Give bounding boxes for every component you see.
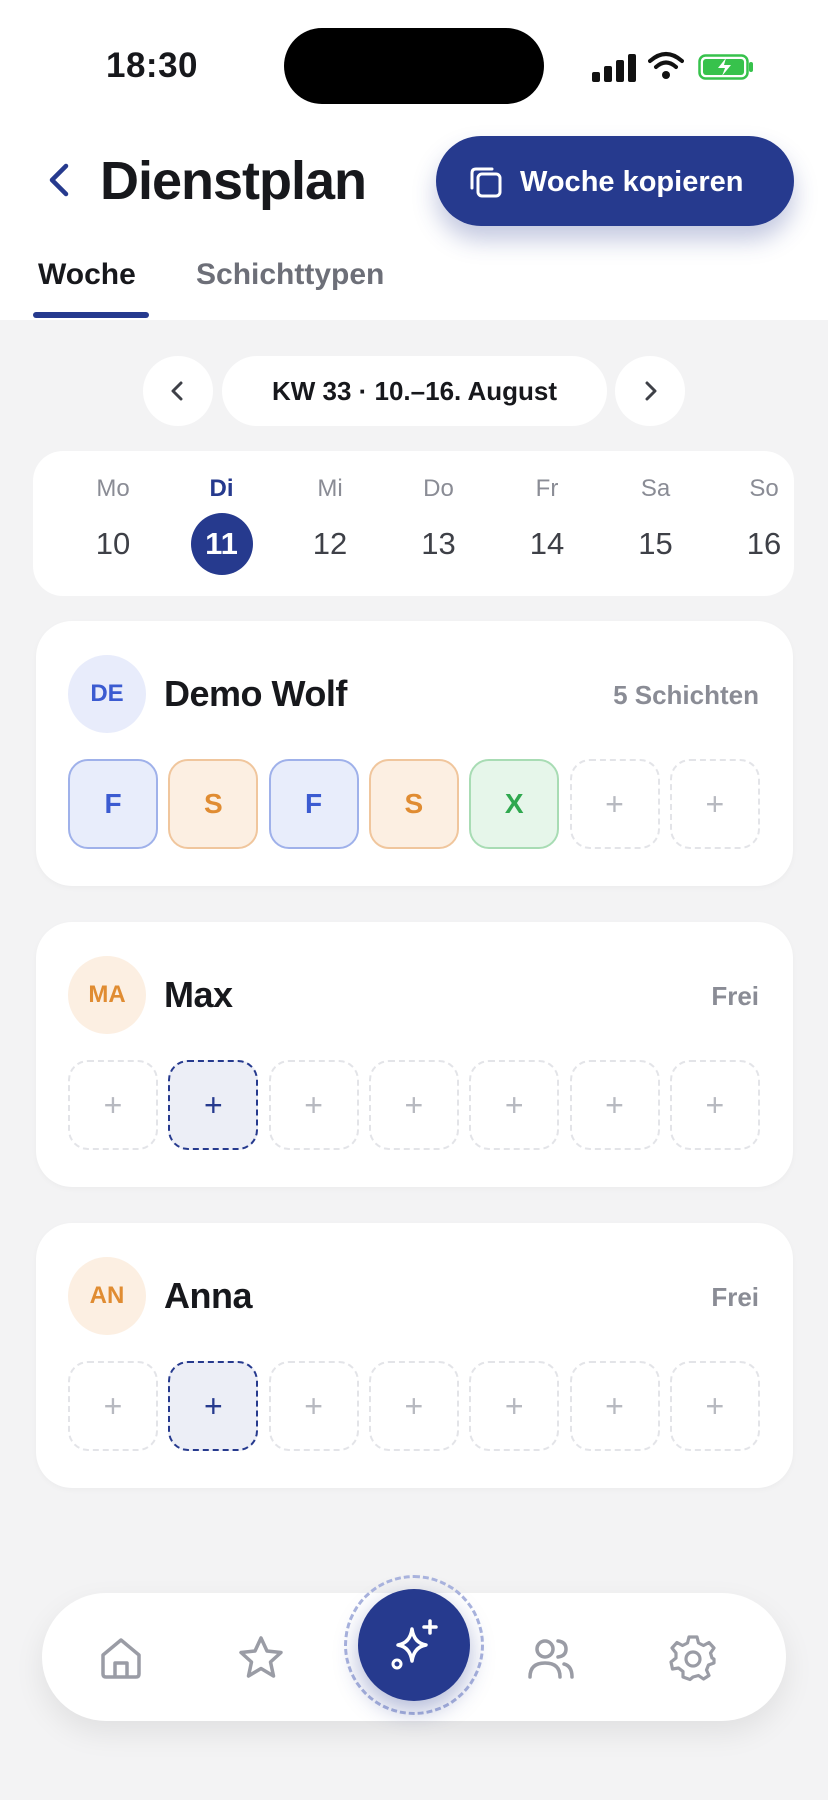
day-name: Mo xyxy=(96,475,130,502)
day-name: Sa xyxy=(640,475,671,502)
add-shift-slot[interactable]: + xyxy=(669,1361,760,1451)
copy-icon xyxy=(470,167,502,198)
shift-slot[interactable]: F xyxy=(268,759,359,849)
prev-week-button[interactable] xyxy=(143,356,213,426)
tab-schichttypen[interactable]: Schichttypen xyxy=(196,258,384,292)
sparkles-icon xyxy=(391,1619,438,1670)
day-mo[interactable]: Mo 10 xyxy=(63,451,163,596)
shift-slot[interactable]: S xyxy=(368,759,459,849)
employee-name: Max xyxy=(164,974,233,1015)
employee-card: DE Demo Wolf 5 Schichten F S F S X + + xyxy=(36,621,793,886)
ai-assistant-button[interactable] xyxy=(358,1589,470,1701)
shift-slots: F S F S X + + xyxy=(68,759,768,851)
day-number: 13 xyxy=(421,526,456,561)
add-shift-slot[interactable]: + xyxy=(469,1060,560,1150)
day-number: 10 xyxy=(95,526,131,561)
week-navigator: KW 33 · 10.–16. August xyxy=(0,356,828,426)
week-label: KW 33 · 10.–16. August xyxy=(271,376,558,406)
star-icon[interactable] xyxy=(236,1633,286,1683)
shift-count: Frei xyxy=(711,981,759,1011)
add-shift-slot[interactable]: + xyxy=(268,1361,359,1451)
back-chevron-icon[interactable] xyxy=(38,158,82,202)
add-shift-slot[interactable]: + xyxy=(168,1060,259,1150)
avatar: DE xyxy=(68,655,146,733)
avatar: MA xyxy=(68,956,146,1034)
day-sa[interactable]: Sa 15 xyxy=(606,451,706,596)
avatar: AN xyxy=(68,1257,146,1335)
add-shift-slot[interactable]: + xyxy=(368,1361,459,1451)
shift-slot[interactable]: X xyxy=(469,759,560,849)
header: Dienstplan Woche kopieren xyxy=(0,130,828,230)
day-do[interactable]: Do 13 xyxy=(389,451,489,596)
day-name: Fr xyxy=(535,475,559,502)
day-mi[interactable]: Mi 12 xyxy=(280,451,380,596)
day-number: 11 xyxy=(190,513,253,575)
day-number: 15 xyxy=(638,526,673,561)
copy-week-button[interactable]: Woche kopieren xyxy=(436,136,794,226)
shift-slots: + + + + + + + xyxy=(68,1361,768,1453)
shift-slot[interactable]: F xyxy=(68,759,158,849)
signal-icon xyxy=(592,54,636,82)
day-number: 12 xyxy=(312,526,348,561)
tab-bar: Woche Schichttypen xyxy=(0,250,828,320)
copy-week-label: Woche kopieren xyxy=(520,166,744,198)
add-shift-slot[interactable]: + xyxy=(569,1060,660,1150)
battery-icon xyxy=(698,54,753,80)
gear-icon[interactable] xyxy=(668,1633,718,1683)
shift-slots: + + + + + + + xyxy=(68,1060,768,1152)
chevron-left-icon xyxy=(171,381,183,401)
day-name: Di xyxy=(209,475,234,502)
day-di[interactable]: Di 11 xyxy=(172,451,272,596)
employee-card: AN Anna Frei + + + + + + + xyxy=(36,1223,793,1488)
day-number: 14 xyxy=(529,526,565,561)
chevron-right-icon xyxy=(645,381,657,401)
add-shift-slot[interactable]: + xyxy=(68,1060,158,1150)
shift-count: 5 Schichten xyxy=(613,680,759,710)
add-shift-slot[interactable]: + xyxy=(368,1060,459,1150)
employee-name: Anna xyxy=(164,1275,253,1316)
tab-woche[interactable]: Woche xyxy=(38,258,136,292)
day-number: 16 xyxy=(746,526,782,561)
wifi-icon xyxy=(648,52,684,79)
users-icon[interactable] xyxy=(526,1633,576,1683)
day-name: Mi xyxy=(317,475,343,502)
employee-name: Demo Wolf xyxy=(164,673,347,714)
add-shift-slot[interactable]: + xyxy=(569,1361,660,1451)
page-title: Dienstplan xyxy=(100,151,367,211)
add-shift-slot[interactable]: + xyxy=(268,1060,359,1150)
home-icon[interactable] xyxy=(96,1633,146,1683)
status-bar: 18:30 xyxy=(0,0,828,120)
add-shift-slot[interactable]: + xyxy=(469,1361,560,1451)
status-time: 18:30 xyxy=(106,46,199,85)
add-shift-slot[interactable]: + xyxy=(669,1060,760,1150)
shift-count: Frei xyxy=(711,1282,759,1312)
dynamic-island xyxy=(284,28,544,104)
day-so[interactable]: So 16 xyxy=(714,451,814,596)
day-fr[interactable]: Fr 14 xyxy=(497,451,597,596)
tab-indicator xyxy=(33,312,149,318)
employee-card: MA Max Frei + + + + + + + xyxy=(36,922,793,1187)
shift-slot[interactable]: S xyxy=(168,759,259,849)
add-shift-slot[interactable]: + xyxy=(569,759,660,849)
add-shift-slot[interactable]: + xyxy=(168,1361,259,1451)
day-strip: Mo 10 Di 11 Mi 12 Do 13 Fr 14 Sa 15 So 16 xyxy=(33,451,794,596)
bottom-navigation xyxy=(42,1575,786,1721)
day-name: So xyxy=(749,475,779,502)
day-name: Do xyxy=(423,475,454,502)
week-label-pill[interactable]: KW 33 · 10.–16. August xyxy=(222,356,607,426)
add-shift-slot[interactable]: + xyxy=(669,759,760,849)
add-shift-slot[interactable]: + xyxy=(68,1361,158,1451)
next-week-button[interactable] xyxy=(615,356,685,426)
